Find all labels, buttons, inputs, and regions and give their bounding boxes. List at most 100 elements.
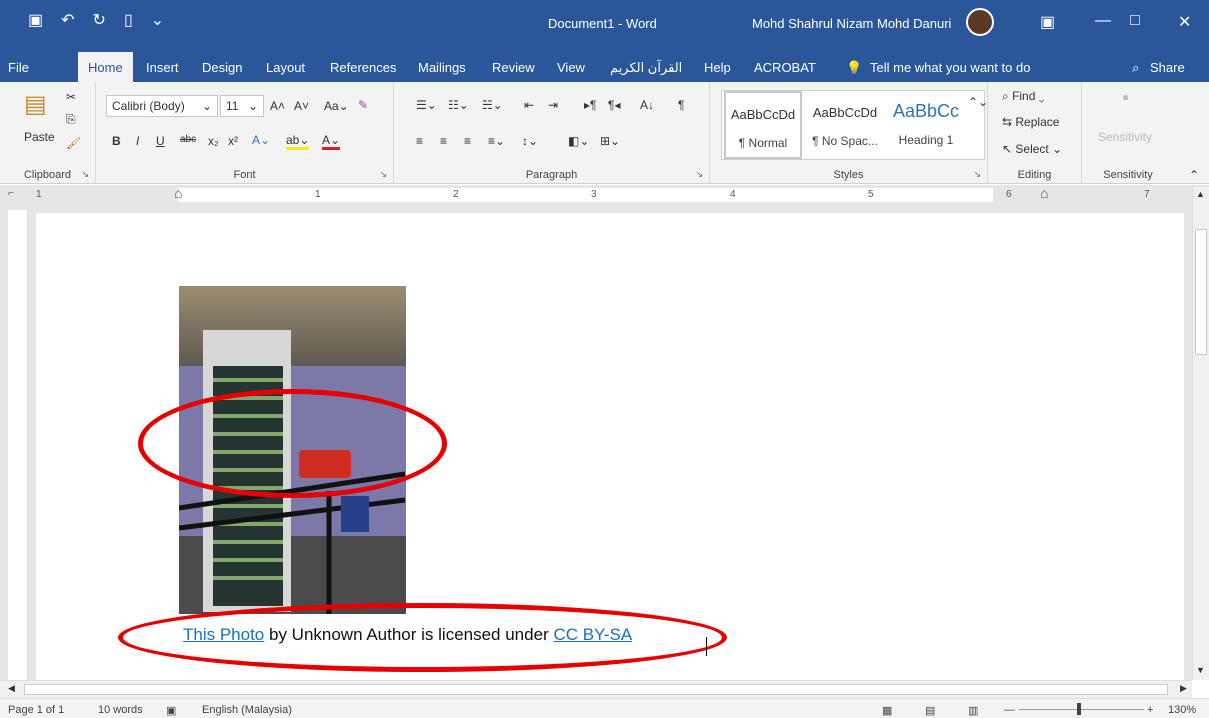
text-effects-icon[interactable]: A⌄ (252, 133, 270, 147)
tab-file[interactable]: File (8, 60, 29, 75)
tab-selector-icon[interactable]: ⌐ (8, 188, 14, 199)
styles-launcher-icon[interactable]: ↘ (973, 169, 981, 180)
paragraph-launcher-icon[interactable]: ↘ (695, 169, 703, 180)
tab-mailings[interactable]: Mailings (418, 60, 466, 75)
increase-indent-icon[interactable]: ⇥ (548, 98, 558, 112)
web-layout-icon[interactable]: ▥ (968, 704, 978, 717)
horizontal-ruler[interactable]: ⌐ 1 1 2 3 4 5 6 7 ⌂ ⌂ (0, 185, 1209, 205)
style-heading-1[interactable]: AaBbCc Heading 1 (886, 91, 966, 159)
scroll-left-icon[interactable]: ◀ (8, 683, 15, 694)
read-mode-icon[interactable]: ▦ (882, 704, 892, 717)
line-spacing-icon[interactable]: ↕⌄ (522, 134, 538, 148)
tab-view[interactable]: View (557, 60, 585, 75)
align-left-icon[interactable]: ≡ (416, 134, 423, 148)
vertical-scroll-thumb[interactable] (1195, 229, 1207, 355)
zoom-slider[interactable] (1019, 709, 1144, 710)
scroll-down-icon[interactable]: ▼ (1196, 665, 1205, 675)
page-count[interactable]: Page 1 of 1 (8, 704, 64, 716)
italic-icon[interactable]: I (136, 134, 139, 148)
tab-layout[interactable]: Layout (266, 60, 305, 75)
tab-quran[interactable]: القرآن الكريم (610, 60, 682, 76)
style-no-spacing[interactable]: AaBbCcDd ¶ No Spac... (804, 91, 886, 159)
share-button[interactable]: Share (1150, 60, 1185, 75)
word-count[interactable]: 10 words (98, 704, 143, 716)
tab-review[interactable]: Review (492, 60, 535, 75)
zoom-in-icon[interactable]: + (1147, 704, 1153, 716)
underline-icon[interactable]: U (156, 134, 165, 148)
copy-icon[interactable]: ⎘ (66, 112, 76, 127)
ltr-icon[interactable]: ▸¶ (584, 98, 596, 112)
bold-icon[interactable]: B (112, 134, 121, 148)
pilcrow-icon[interactable]: ¶ (678, 98, 684, 112)
multilevel-list-icon[interactable]: ☵⌄ (482, 98, 503, 112)
tab-acrobat[interactable]: ACROBAT (754, 60, 816, 75)
select-button[interactable]: ↖ Select ⌄ (1002, 142, 1062, 156)
font-family-select[interactable]: Calibri (Body) ⌄ (106, 95, 218, 117)
language[interactable]: English (Malaysia) (202, 704, 292, 716)
clipboard-launcher-icon[interactable]: ↘ (81, 169, 89, 180)
subscript-icon[interactable]: x₂ (208, 134, 219, 148)
cut-icon[interactable]: ✂ (66, 90, 76, 104)
shrink-font-icon[interactable]: A˅ (294, 99, 309, 113)
tab-help[interactable]: Help (704, 60, 731, 75)
change-case-icon[interactable]: Aa⌄ (324, 99, 349, 113)
borders-icon[interactable]: ⊞⌄ (600, 134, 620, 148)
tab-insert[interactable]: Insert (146, 60, 179, 75)
styles-scroll-icon[interactable]: ⌃⌄ (968, 95, 988, 109)
proofing-icon[interactable]: ▣ (166, 704, 176, 717)
print-layout-icon[interactable]: ▤ (925, 704, 935, 717)
tell-me-search[interactable]: Tell me what you want to do (870, 60, 1030, 75)
horizontal-scroll-thumb[interactable] (24, 684, 1168, 695)
user-name[interactable]: Mohd Shahrul Nizam Mohd Danuri (752, 16, 951, 31)
horizontal-scrollbar[interactable]: ◀ ▶ (0, 680, 1192, 698)
superscript-icon[interactable]: x² (228, 134, 238, 148)
share-icon[interactable]: ⌕ (1132, 60, 1139, 76)
undo-icon[interactable]: ↶ (61, 10, 74, 30)
sensitivity-button[interactable]: Sensitivity (1098, 130, 1152, 144)
align-center-icon[interactable]: ≡ (440, 134, 447, 148)
zoom-level[interactable]: 130% (1168, 704, 1196, 716)
tab-references[interactable]: References (330, 60, 396, 75)
avatar[interactable] (966, 8, 994, 36)
zoom-slider-thumb[interactable] (1077, 703, 1081, 715)
redo-icon[interactable]: ↻ (93, 10, 106, 30)
font-color-icon[interactable]: A⌄ (322, 133, 341, 150)
zoom-out-icon[interactable]: — (1004, 704, 1015, 716)
close-icon[interactable]: ✕ (1178, 12, 1191, 32)
rtl-icon[interactable]: ¶◂ (608, 98, 620, 112)
maximize-icon[interactable]: □ (1130, 12, 1140, 30)
style-normal[interactable]: AaBbCcDd ¶ Normal (724, 91, 802, 159)
vertical-scrollbar[interactable]: ▲ ▼ (1192, 187, 1209, 680)
left-indent-marker-icon[interactable]: ⌂ (174, 185, 182, 201)
customize-toolbar-icon[interactable]: ⌄ (151, 10, 164, 30)
collapse-ribbon-icon[interactable]: ⌃ (1189, 168, 1199, 182)
bullets-icon[interactable]: ☰⌄ (416, 98, 437, 112)
save-icon[interactable]: ▣ (28, 10, 43, 30)
clear-formatting-icon[interactable]: ✎ (358, 98, 368, 112)
replace-button[interactable]: ⇆ Replace (1002, 115, 1059, 129)
tab-design[interactable]: Design (202, 60, 242, 75)
ribbon-display-options-icon[interactable]: ▣ (1040, 12, 1055, 32)
align-right-icon[interactable]: ≡ (464, 134, 471, 148)
scroll-up-icon[interactable]: ▲ (1196, 189, 1205, 199)
photo-source-link[interactable]: This Photo (183, 625, 264, 644)
sort-icon[interactable]: A↓ (640, 98, 654, 112)
find-button[interactable]: ⌕ Find ⌄ (1002, 89, 1044, 104)
decrease-indent-icon[interactable]: ⇤ (524, 98, 534, 112)
justify-icon[interactable]: ≡⌄ (488, 134, 505, 148)
vertical-ruler[interactable] (8, 210, 28, 680)
grow-font-icon[interactable]: A˄ (270, 99, 285, 113)
strikethrough-icon[interactable]: abc (180, 134, 196, 145)
font-launcher-icon[interactable]: ↘ (379, 169, 387, 180)
minimize-icon[interactable]: — (1095, 12, 1111, 30)
right-indent-marker-icon[interactable]: ⌂ (1040, 185, 1048, 201)
font-size-select[interactable]: 11 ⌄ (220, 95, 264, 117)
numbering-icon[interactable]: ☷⌄ (448, 98, 469, 112)
paste-icon[interactable]: ▤ (24, 90, 47, 119)
scroll-right-icon[interactable]: ▶ (1180, 683, 1187, 694)
new-document-icon[interactable]: ▯ (124, 10, 133, 30)
license-link[interactable]: CC BY-SA (553, 625, 632, 644)
highlight-icon[interactable]: ab⌄ (286, 133, 310, 150)
shading-icon[interactable]: ◧⌄ (568, 134, 589, 148)
format-painter-icon[interactable]: 🖌 (66, 136, 81, 150)
